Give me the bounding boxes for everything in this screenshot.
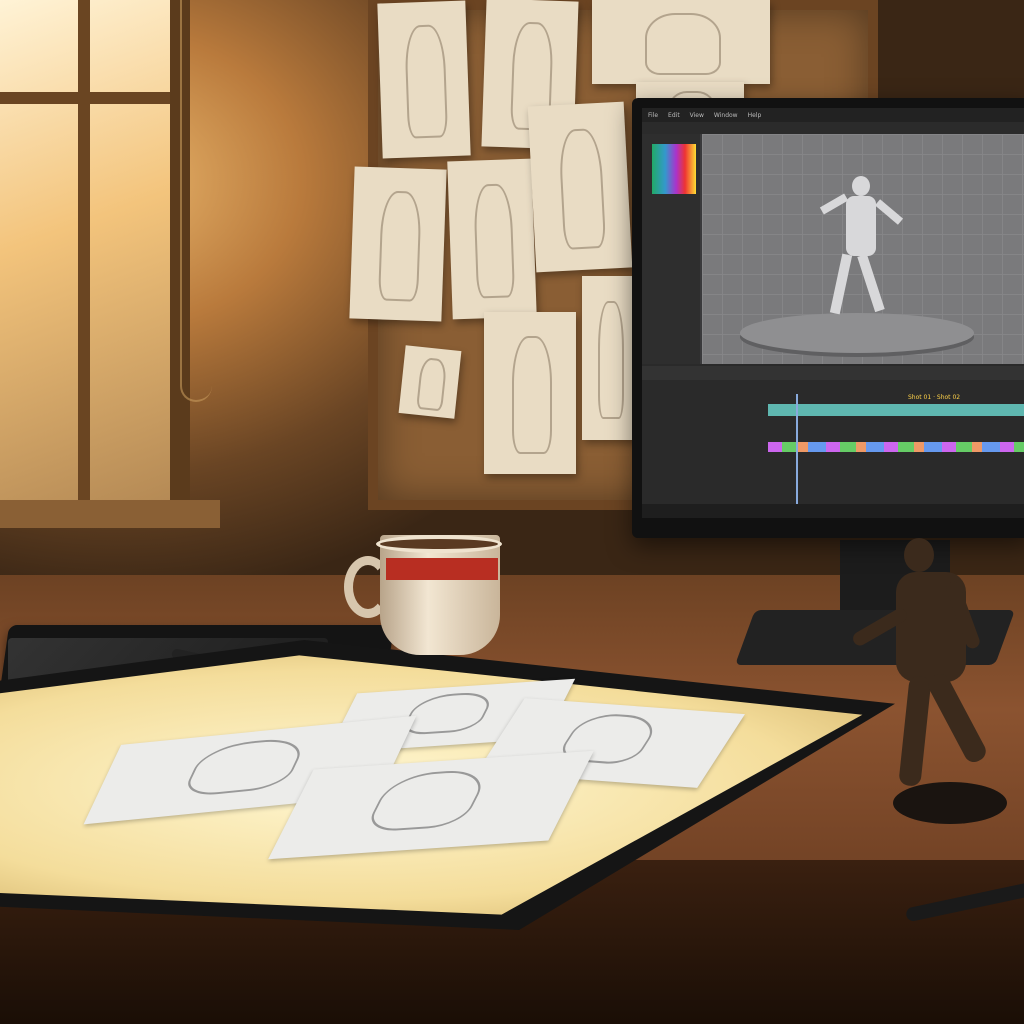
- clip-label: Shot 01 · Shot 02: [908, 394, 961, 401]
- coffee-mug: [380, 535, 500, 655]
- timeline-track[interactable]: [768, 404, 1024, 416]
- character-torso: [846, 196, 876, 256]
- app-tabbar: [642, 122, 1024, 134]
- turntable: [740, 313, 974, 353]
- menu-file[interactable]: File: [648, 112, 658, 119]
- monitor-screen: File Edit View Window Help Shot 01 · Sho…: [642, 108, 1024, 518]
- menu-window[interactable]: Window: [714, 112, 738, 119]
- mug-rim: [376, 535, 502, 553]
- pinned-sketch: [582, 276, 636, 440]
- mug-stripe: [386, 558, 498, 580]
- playhead[interactable]: [796, 394, 798, 504]
- pinned-note: [398, 345, 462, 419]
- character-head: [852, 176, 870, 196]
- menu-edit[interactable]: Edit: [668, 112, 680, 119]
- timeline-panel: [642, 364, 1024, 518]
- blind-cord: [180, 0, 212, 402]
- window-sill: [0, 500, 220, 528]
- pinned-sketch: [592, 0, 770, 84]
- pinned-sketch: [349, 166, 447, 322]
- timeline-toolbar[interactable]: [642, 366, 1024, 380]
- pinned-sketch: [377, 0, 471, 159]
- scene: File Edit View Window Help Shot 01 · Sho…: [0, 0, 1024, 1024]
- figurine-head: [904, 538, 934, 572]
- pinned-sketch: [484, 312, 576, 474]
- pinned-sketch: [527, 101, 633, 273]
- taskbar: [642, 504, 1024, 518]
- color-picker[interactable]: [652, 144, 696, 194]
- window-mullion-horizontal: [0, 92, 170, 104]
- figurine-base: [893, 782, 1007, 824]
- menu-view[interactable]: View: [690, 112, 704, 119]
- app-menubar: File Edit View Window Help: [642, 108, 1024, 122]
- window-mullion-vertical: [78, 0, 90, 500]
- pinned-sketch: [447, 158, 537, 320]
- timeline-track-keys[interactable]: [768, 442, 1024, 452]
- menu-help[interactable]: Help: [748, 112, 762, 119]
